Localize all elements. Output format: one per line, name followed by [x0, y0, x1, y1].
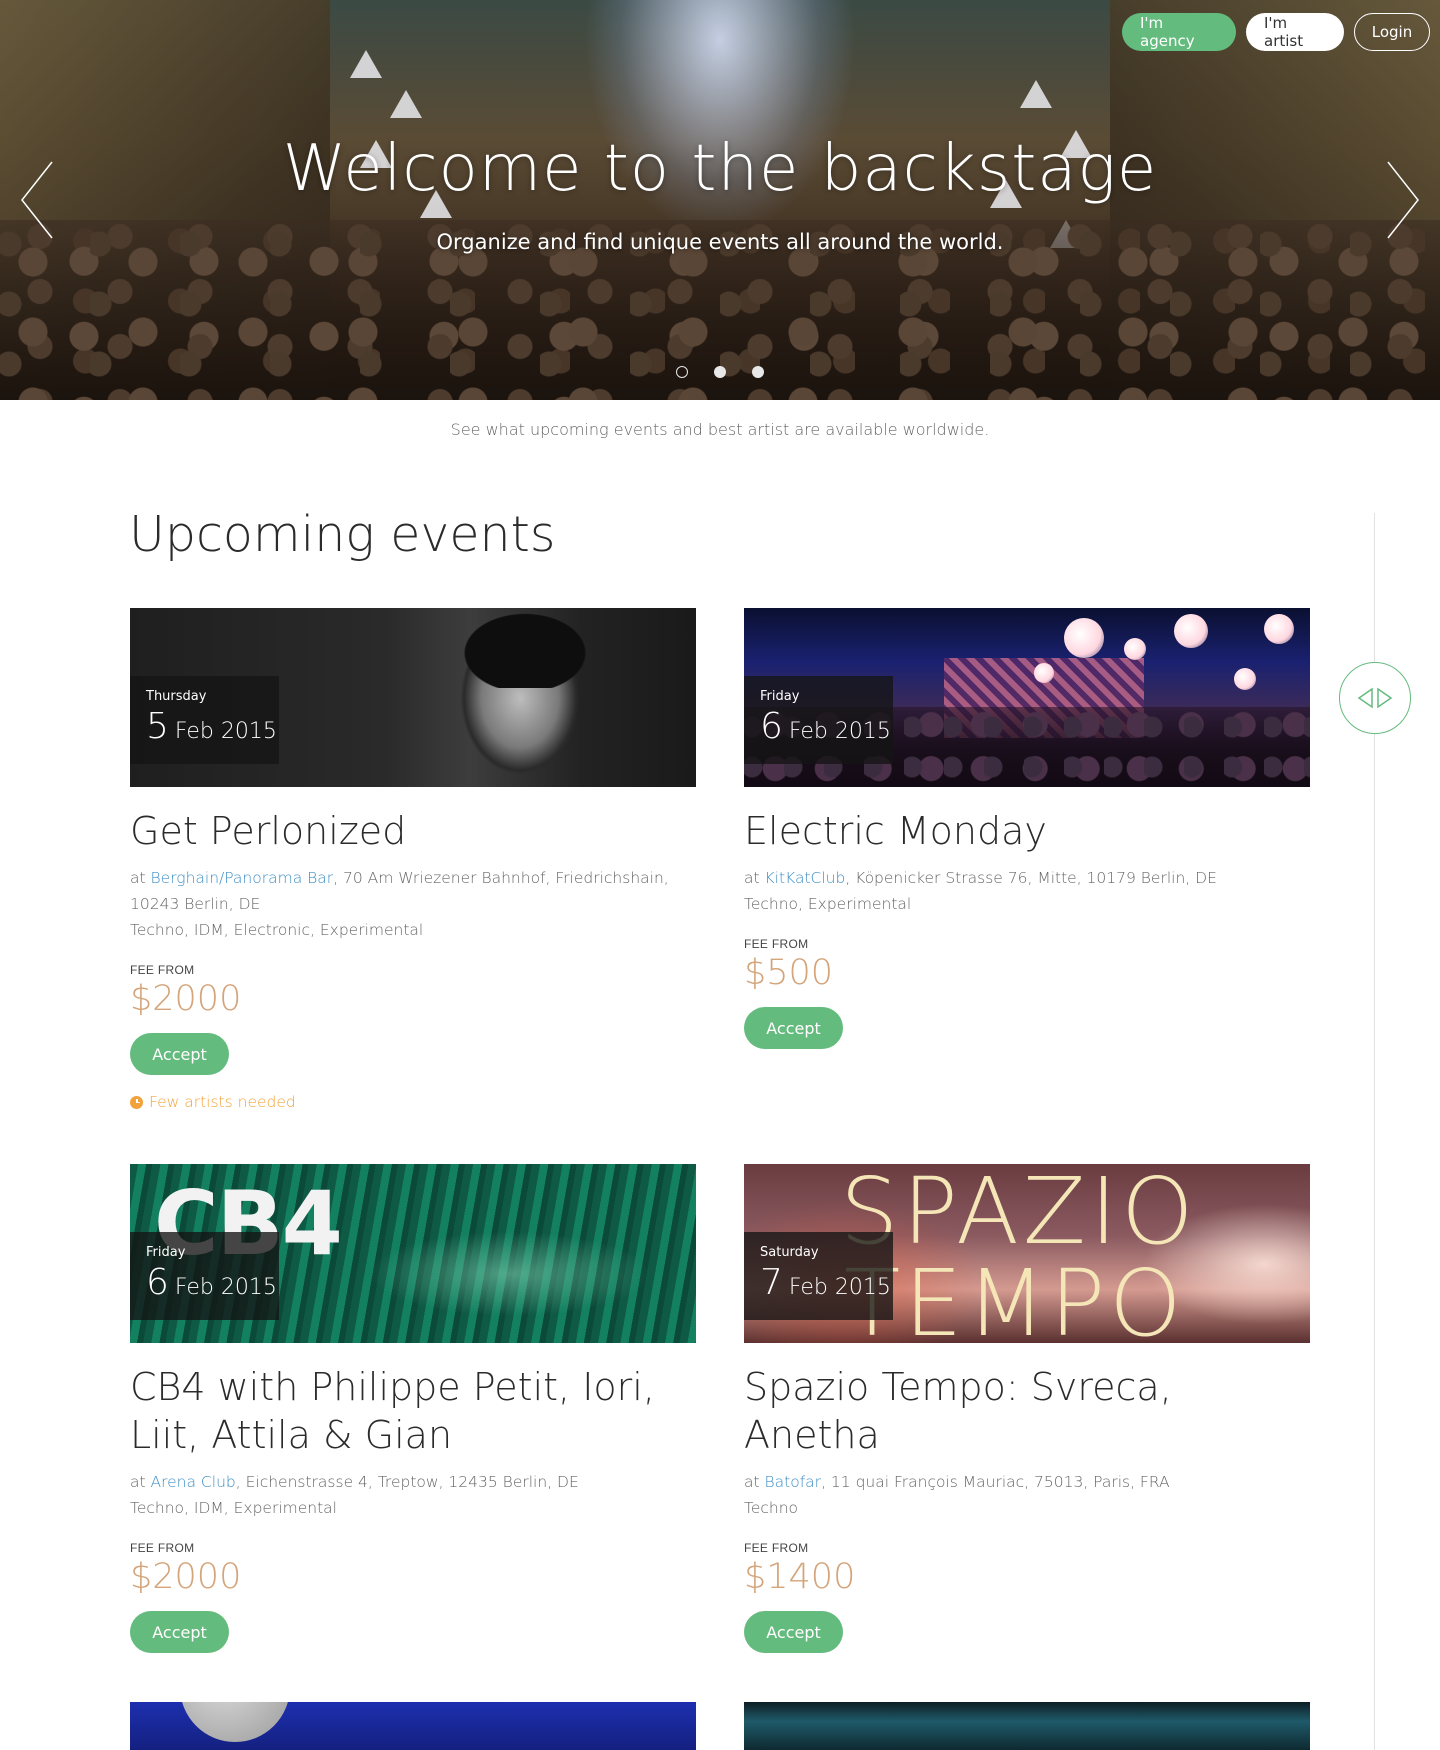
event-image[interactable] [744, 1702, 1310, 1750]
venue-link[interactable]: KitKatClub [765, 869, 846, 887]
event-card: SPAZIO TEMPO Saturday 7 Feb 2015 Spazio T… [744, 1164, 1310, 1653]
page-title: Upcoming events [129, 506, 556, 563]
hero-title: Welcome to the backstage [282, 132, 1158, 206]
fee-label: FEE FROM [744, 937, 809, 951]
event-card: CB4 Friday 6 Feb 2015 CB4 with Philippe P… [130, 1164, 696, 1653]
event-image[interactable]: Thursday 5 Feb 2015 [130, 608, 696, 787]
event-date: Friday 6 Feb 2015 [744, 676, 893, 764]
event-day: 7 [760, 1262, 783, 1303]
event-address: at Arena Club, Eichenstrasse 4, Treptow,… [130, 1473, 579, 1491]
accept-button[interactable]: Accept [744, 1611, 843, 1653]
agency-button[interactable]: I'm agency [1122, 13, 1236, 51]
event-month-year: Feb 2015 [174, 719, 277, 744]
event-image[interactable]: SPAZIO TEMPO Saturday 7 Feb 2015 [744, 1164, 1310, 1343]
event-genres: Techno, Experimental [744, 895, 912, 913]
top-nav: I'm agency I'm artist Login [1122, 13, 1430, 51]
fee-value: $1400 [744, 1557, 856, 1597]
event-title[interactable]: Electric Monday [744, 807, 1310, 855]
event-genres: Techno, IDM, Experimental [130, 1499, 337, 1517]
event-day: 6 [146, 1262, 169, 1303]
fee-label: FEE FROM [744, 1541, 809, 1555]
event-day: 6 [760, 706, 783, 747]
event-date: Saturday 7 Feb 2015 [744, 1232, 893, 1320]
carousel-dots [0, 366, 1440, 378]
event-image[interactable]: Friday 6 Feb 2015 [744, 608, 1310, 787]
event-weekday: Thursday [146, 689, 207, 704]
artist-button[interactable]: I'm artist [1246, 13, 1344, 51]
event-image[interactable] [130, 1702, 696, 1750]
venue-link[interactable]: Berghain/Panorama Bar [151, 869, 334, 887]
event-genres: Techno [744, 1499, 799, 1517]
accept-button[interactable]: Accept [130, 1033, 229, 1075]
carousel-dot[interactable] [752, 366, 764, 378]
fee-label: FEE FROM [130, 963, 195, 977]
event-weekday: Saturday [760, 1245, 819, 1260]
event-title[interactable]: Spazio Tempo: Svreca, Anetha [744, 1363, 1310, 1459]
venue-link[interactable]: Batofar [765, 1473, 822, 1491]
fee-label: FEE FROM [130, 1541, 195, 1555]
event-genres: Techno, IDM, Electronic, Experimental [130, 921, 424, 939]
warning-text: Few artists needed [149, 1093, 296, 1111]
panel-toggle-button[interactable] [1339, 662, 1411, 734]
event-day: 5 [146, 706, 169, 747]
tagline: See what upcoming events and best artist… [450, 420, 990, 439]
event-weekday: Friday [760, 689, 800, 704]
carousel-dot[interactable] [676, 366, 688, 378]
warning-notice: Few artists needed [130, 1093, 696, 1111]
event-address: at KitKatClub, Köpenicker Strasse 76, Mi… [744, 869, 1217, 887]
event-address: at Berghain/Panorama Bar, 70 Am Wriezene… [130, 869, 669, 913]
event-month-year: Feb 2015 [788, 719, 891, 744]
event-month-year: Feb 2015 [174, 1275, 277, 1300]
event-month-year: Feb 2015 [788, 1275, 891, 1300]
event-image[interactable]: CB4 Friday 6 Feb 2015 [130, 1164, 696, 1343]
event-card: Thursday 5 Feb 2015 Get Perlonized at Ber… [130, 608, 696, 1111]
event-address: at Batofar, 11 quai François Mauriac, 75… [744, 1473, 1170, 1491]
expand-arrows-icon [1357, 687, 1393, 709]
event-weekday: Friday [146, 1245, 186, 1260]
event-date: Thursday 5 Feb 2015 [130, 676, 279, 764]
event-image-text: TEMPO [844, 1250, 1186, 1343]
fee-value: $500 [744, 953, 834, 993]
hero-carousel: Welcome to the backstage Organize and fi… [0, 0, 1440, 400]
clock-icon [130, 1095, 143, 1109]
event-card: Friday 6 Feb 2015 Electric Monday at KitK… [744, 608, 1310, 1049]
chevron-right-icon[interactable] [1382, 160, 1422, 240]
venue-link[interactable]: Arena Club [151, 1473, 236, 1491]
carousel-dot[interactable] [714, 366, 726, 378]
fee-value: $2000 [130, 979, 242, 1019]
login-button[interactable]: Login [1354, 13, 1430, 51]
accept-button[interactable]: Accept [744, 1007, 843, 1049]
event-title[interactable]: CB4 with Philippe Petit, Iori, Liit, Att… [130, 1363, 696, 1459]
event-title[interactable]: Get Perlonized [130, 807, 696, 855]
fee-value: $2000 [130, 1557, 242, 1597]
chevron-left-icon[interactable] [18, 160, 58, 240]
hero-subtitle: Organize and find unique events all arou… [436, 230, 1004, 254]
accept-button[interactable]: Accept [130, 1611, 229, 1653]
event-date: Friday 6 Feb 2015 [130, 1232, 279, 1320]
